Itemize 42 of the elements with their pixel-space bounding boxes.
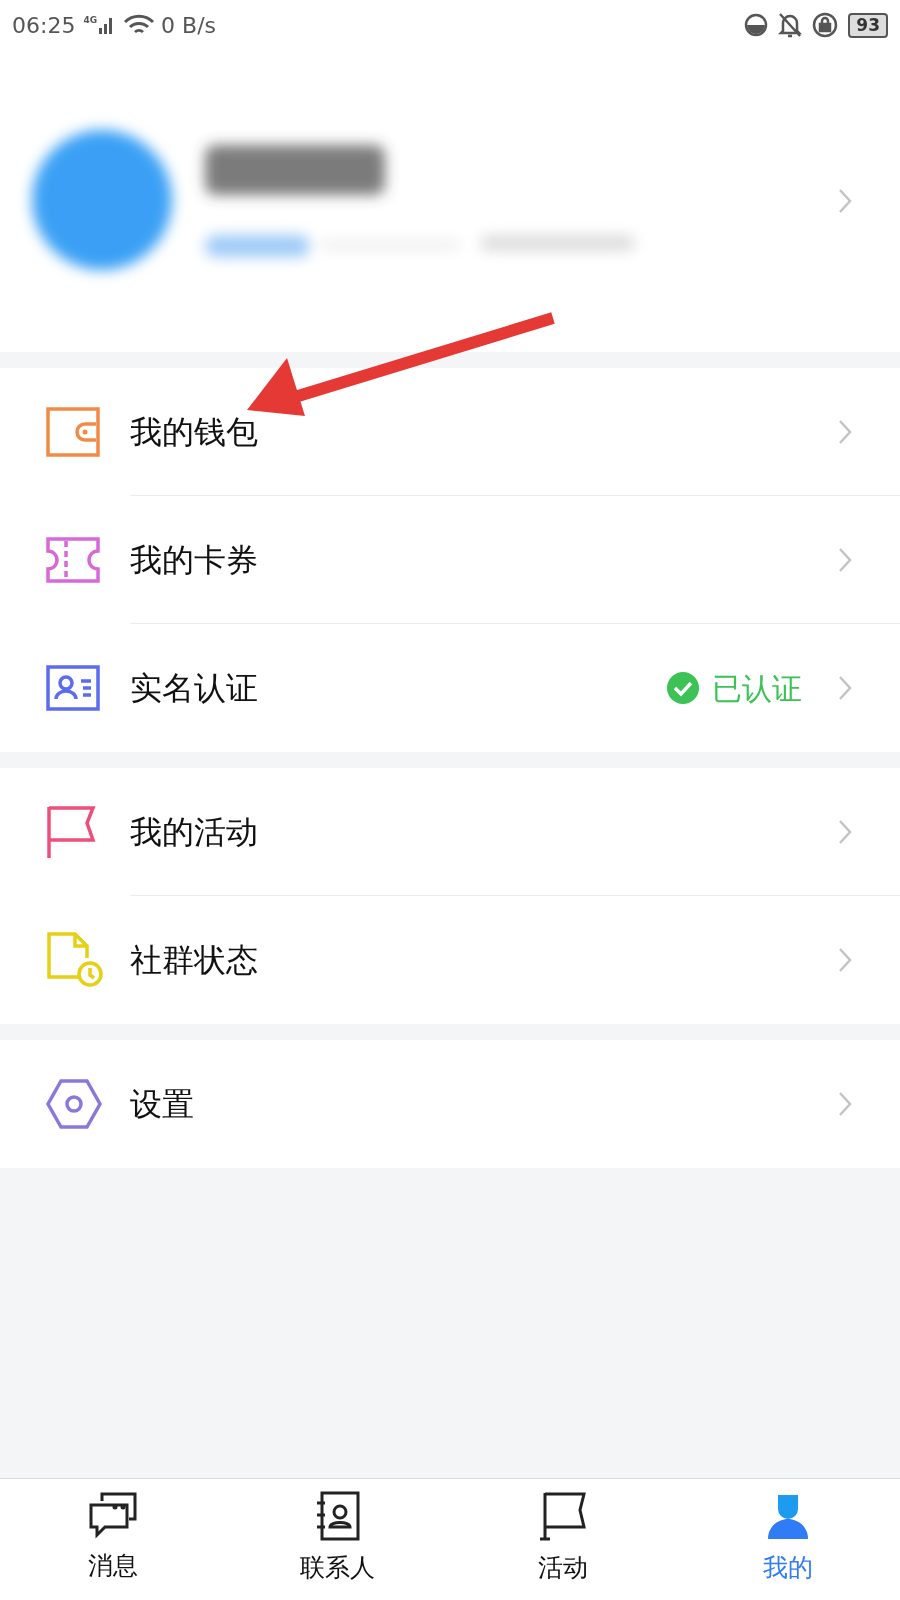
- chat-icon: [87, 1491, 138, 1539]
- chevron-right-icon: [838, 675, 852, 701]
- menu-item[interactable]: 我的钱包: [0, 368, 900, 496]
- menu-item[interactable]: 设置: [0, 1040, 900, 1168]
- wallet-icon: [46, 407, 100, 457]
- document-clock-icon: [46, 932, 104, 988]
- menu-label: 设置: [130, 1084, 194, 1125]
- id-card-icon: [46, 665, 100, 711]
- tab[interactable]: 我的: [675, 1479, 900, 1600]
- battery-level: 93: [848, 12, 888, 38]
- menu-item[interactable]: 社群状态: [0, 896, 900, 1024]
- chevron-right-icon: [838, 947, 852, 973]
- clock: 06:25: [12, 11, 76, 40]
- menu-item[interactable]: 实名认证 已认证: [0, 624, 900, 752]
- ticket-icon: [46, 537, 100, 583]
- rotation-lock-icon: [812, 12, 839, 38]
- tab[interactable]: 活动: [450, 1479, 675, 1600]
- flag-icon: [46, 805, 96, 859]
- half-moon-icon: [744, 13, 769, 37]
- menu-label: 社群状态: [130, 940, 258, 981]
- wifi-icon: [123, 14, 156, 36]
- network-speed: 0 B/s: [161, 11, 217, 40]
- chevron-right-icon: [838, 188, 852, 214]
- menu-item[interactable]: 我的活动: [0, 768, 900, 896]
- flag-icon: [538, 1491, 587, 1541]
- bell-off-icon: [778, 12, 803, 38]
- chevron-right-icon: [838, 419, 852, 445]
- network-type: 4G: [83, 16, 98, 25]
- menu-label: 我的钱包: [130, 412, 258, 453]
- menu-label: 实名认证: [130, 668, 258, 709]
- menu-label: 我的卡券: [130, 540, 258, 581]
- tab[interactable]: 消息: [0, 1479, 225, 1600]
- chevron-right-icon: [838, 1091, 852, 1117]
- hexagon-icon: [46, 1079, 102, 1129]
- chevron-right-icon: [838, 819, 852, 845]
- menu-label: 我的活动: [130, 812, 258, 853]
- check-circle-icon: [666, 671, 700, 705]
- tab[interactable]: 联系人: [225, 1479, 450, 1600]
- menu-item[interactable]: 我的卡券: [0, 496, 900, 624]
- address-book-icon: [314, 1491, 361, 1541]
- chevron-right-icon: [838, 547, 852, 573]
- verified-status: 已认证: [712, 669, 802, 708]
